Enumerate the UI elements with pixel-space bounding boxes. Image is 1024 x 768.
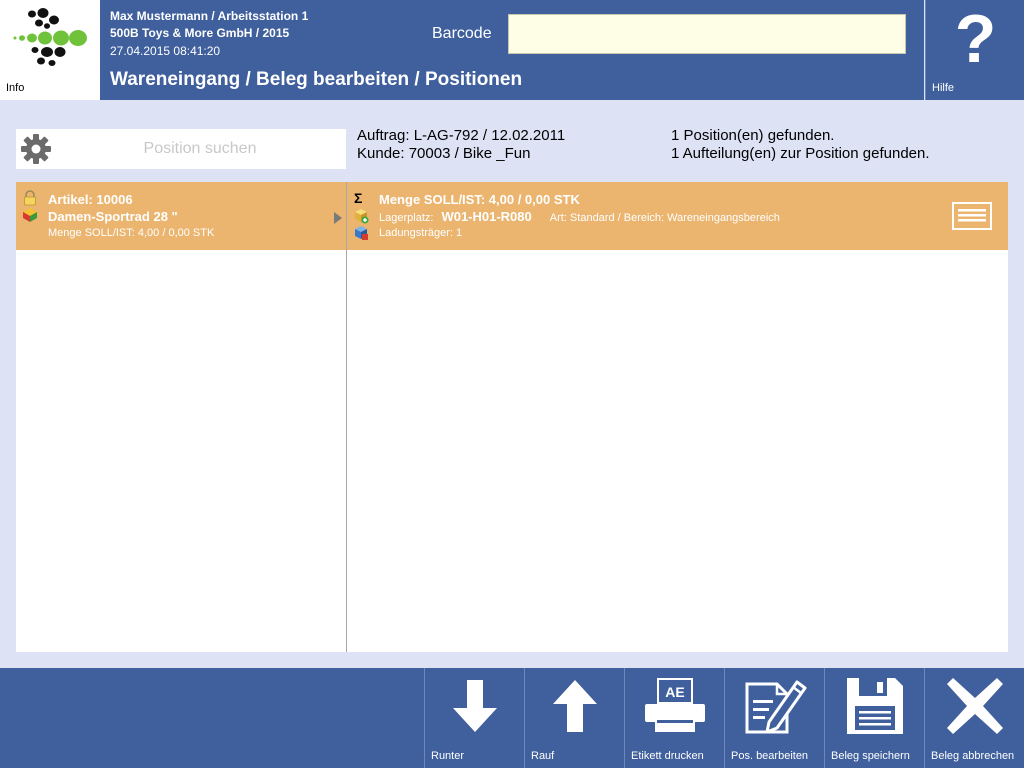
lock-icon [24, 190, 36, 206]
up-label: Rauf [531, 750, 555, 762]
info-button[interactable]: Info [0, 0, 100, 100]
down-button[interactable]: Runter [424, 668, 524, 768]
position-search [16, 129, 346, 169]
print-label-button[interactable]: AE Etikett drucken [624, 668, 724, 768]
save-document-button[interactable]: Beleg speichern [824, 668, 924, 768]
barcode-input[interactable] [508, 14, 906, 54]
split-list-item[interactable]: Σ Menge SOLL/IST: 4,00 / 0,00 STK Lagerp… [347, 182, 1008, 250]
position-search-input[interactable] [56, 129, 344, 169]
load-carrier-icon [355, 226, 368, 240]
order-line: Auftrag: L-AG-792 / 12.02.2011 [357, 127, 566, 144]
position-quantity: Menge SOLL/IST: 4,00 / 0,00 STK [48, 227, 215, 239]
position-article-number: Artikel: 10006 [48, 192, 133, 207]
storage-label: Lagerplatz: [379, 212, 434, 224]
split-quantity: Menge SOLL/IST: 4,00 / 0,00 STK [379, 192, 580, 207]
result-info: 1 Position(en) gefunden. 1 Aufteilung(en… [671, 127, 930, 163]
gear-icon[interactable] [20, 133, 52, 165]
positions-found-text: 1 Position(en) gefunden. [671, 127, 835, 144]
chevron-right-icon [334, 212, 342, 224]
logo-icon [13, 8, 87, 66]
edit-position-label: Pos. bearbeiten [731, 750, 809, 762]
split-storage: Lagerplatz: W01-H01-R080 Art: Standard / B… [379, 209, 780, 224]
arrow-down-icon [453, 680, 497, 732]
down-label: Runter [431, 750, 465, 762]
close-icon [947, 678, 1003, 734]
help-label: Hilfe [932, 82, 955, 94]
position-article-name: Damen-Sportrad 28 " [48, 209, 178, 224]
customer-line: Kunde: 70003 / Bike _Fun [357, 145, 531, 162]
page-title: Wareneingang / Beleg bearbeiten / Positi… [110, 69, 523, 90]
company-year-text: 500B Toys & More GmbH / 2015 [110, 26, 290, 40]
storage-code: W01-H01-R080 [441, 209, 532, 224]
save-document-label: Beleg speichern [831, 750, 910, 762]
printer-icon: AE [645, 678, 705, 732]
footer-toolbar: Runter Rauf AE Etikett drucken Pos. bear… [0, 668, 1024, 768]
user-station-text: Max Mustermann / Arbeitsstation 1 [110, 9, 309, 23]
split-list: Σ Menge SOLL/IST: 4,00 / 0,00 STK Lagerp… [347, 182, 1008, 652]
split-load-carrier: Ladungsträger: 1 [379, 227, 463, 239]
position-list: Artikel: 10006 Damen-Sportrad 28 " Menge… [16, 182, 346, 652]
order-info: Auftrag: L-AG-792 / 12.02.2011 Kunde: 70… [357, 127, 565, 163]
position-list-item[interactable]: Artikel: 10006 Damen-Sportrad 28 " Menge… [16, 182, 346, 250]
edit-document-icon [745, 680, 807, 734]
splits-found-text: 1 Aufteilung(en) zur Position gefunden. [671, 145, 930, 162]
storage-box-icon [355, 209, 369, 224]
datetime-text: 27.04.2015 08:41:20 [110, 44, 221, 58]
svg-text:AE: AE [665, 684, 684, 700]
print-label-text: Etikett drucken [631, 750, 704, 762]
cancel-document-label: Beleg abbrechen [931, 750, 1015, 762]
floppy-disk-icon [847, 678, 903, 734]
info-label: Info [6, 82, 25, 94]
sigma-icon: Σ [354, 190, 363, 206]
help-button[interactable]: ? Hilfe [925, 0, 1024, 100]
barcode-label: Barcode [432, 25, 492, 42]
up-button[interactable]: Rauf [524, 668, 624, 768]
article-cube-icon [23, 208, 37, 222]
list-details-icon[interactable] [952, 202, 992, 230]
help-icon: ? [954, 1, 997, 77]
cancel-document-button[interactable]: Beleg abbrechen [924, 668, 1024, 768]
arrow-up-icon [553, 680, 597, 732]
header-bar: Max Mustermann / Arbeitsstation 1 500B T… [100, 0, 924, 100]
storage-type: Art: Standard / Bereich: Wareneingangsbe… [549, 212, 780, 224]
edit-position-button[interactable]: Pos. bearbeiten [724, 668, 824, 768]
